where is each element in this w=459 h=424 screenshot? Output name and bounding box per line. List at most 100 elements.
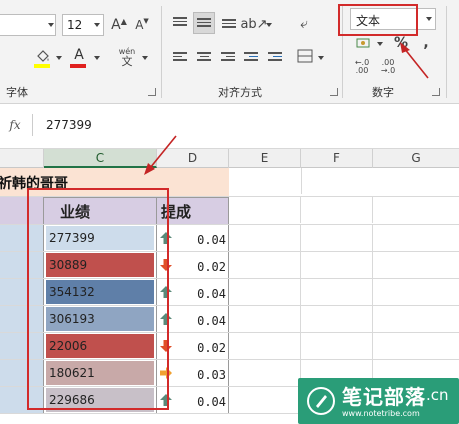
row-cell-b[interactable] bbox=[0, 225, 44, 251]
header-cell-c[interactable]: 业绩 bbox=[44, 197, 157, 224]
font-group-label: 字体 bbox=[6, 86, 28, 99]
font-color-bar bbox=[70, 64, 86, 68]
commission-value: 0.04 bbox=[197, 233, 226, 247]
orientation-dropdown-icon[interactable] bbox=[266, 23, 272, 27]
table-row: 354132 0.04 bbox=[0, 279, 459, 306]
row-cell-b[interactable] bbox=[0, 360, 44, 386]
currency-dropdown-icon[interactable] bbox=[377, 42, 383, 46]
grow-font-icon[interactable]: A ▲ bbox=[110, 15, 128, 35]
watermark-url: www.notetribe.com bbox=[342, 409, 420, 418]
column-header-e[interactable]: E bbox=[229, 149, 301, 168]
align-right-icon[interactable] bbox=[221, 52, 235, 63]
commission-value: 0.04 bbox=[197, 287, 226, 301]
header-cell-d[interactable]: 提成 bbox=[157, 197, 229, 224]
performance-value: 180621 bbox=[49, 366, 95, 380]
decrease-decimal-icon[interactable]: .00 →.0 bbox=[378, 58, 398, 76]
increase-decimal-icon[interactable]: ←.0.00 bbox=[352, 58, 372, 76]
increase-indent-icon[interactable] bbox=[268, 52, 282, 63]
number-format-dropdown-icon[interactable] bbox=[426, 17, 432, 21]
column-header-g[interactable]: G bbox=[373, 149, 459, 168]
title-text: 祈韩的哥哥 bbox=[0, 176, 68, 192]
grid-cell[interactable] bbox=[229, 252, 301, 278]
ribbon-separator bbox=[161, 6, 162, 98]
grid-cell[interactable] bbox=[229, 333, 301, 359]
column-header-row: C D E F G bbox=[0, 148, 459, 168]
table-row: 22006 0.02 bbox=[0, 333, 459, 360]
phonetic-guide-icon[interactable]: wén 文 bbox=[116, 46, 138, 68]
performance-value: 30889 bbox=[49, 258, 88, 272]
row-cell-b[interactable] bbox=[0, 333, 44, 359]
ribbon: 12 A ▲ A ▼ A wén 文 字体 ab↗ ⤶ 对齐方式 文本 % , … bbox=[0, 0, 459, 104]
row-cell-b[interactable] bbox=[0, 279, 44, 305]
number-group-label: 数字 bbox=[372, 86, 394, 99]
align-bottom-icon[interactable] bbox=[222, 19, 236, 30]
row-cell-b[interactable] bbox=[0, 252, 44, 278]
number-format-select[interactable]: 文本 bbox=[350, 8, 436, 30]
column-header-d[interactable]: D bbox=[157, 149, 229, 168]
commission-value: 0.04 bbox=[197, 395, 226, 409]
formula-input[interactable]: 277399 bbox=[46, 114, 92, 136]
grid-cell[interactable] bbox=[229, 387, 301, 413]
fill-color-dropdown-icon[interactable] bbox=[56, 56, 62, 60]
wrap-text-icon[interactable]: ⤶ bbox=[296, 14, 312, 34]
number-dialog-launcher-icon[interactable] bbox=[432, 88, 440, 96]
header-cell-b[interactable] bbox=[0, 197, 44, 224]
performance-value: 229686 bbox=[49, 393, 95, 407]
grid-cell bbox=[301, 168, 302, 194]
grid-cell[interactable] bbox=[229, 197, 301, 223]
performance-value: 22006 bbox=[49, 339, 88, 353]
font-name-dropdown-icon[interactable] bbox=[48, 23, 54, 27]
align-center-icon[interactable] bbox=[197, 52, 211, 63]
grid-cell[interactable] bbox=[229, 225, 301, 251]
grid-cell[interactable] bbox=[301, 197, 373, 223]
font-color-icon[interactable]: A bbox=[70, 46, 88, 64]
ribbon-separator bbox=[342, 6, 343, 98]
currency-icon[interactable] bbox=[354, 34, 374, 52]
grid-cell[interactable] bbox=[229, 360, 301, 386]
column-header-c[interactable]: C bbox=[44, 149, 157, 168]
phonetic-dropdown-icon[interactable] bbox=[142, 56, 148, 60]
percent-icon[interactable]: % bbox=[392, 34, 410, 52]
decrease-indent-icon[interactable] bbox=[244, 52, 258, 63]
commission-value: 0.04 bbox=[197, 314, 226, 328]
row-cell-b[interactable] bbox=[0, 387, 44, 413]
column-header-b[interactable] bbox=[0, 149, 44, 168]
header-commission: 提成 bbox=[161, 203, 192, 221]
shrink-font-icon[interactable]: A ▼ bbox=[133, 15, 151, 35]
watermark-logo: 笔记部落 .cn www.notetribe.com bbox=[298, 378, 459, 424]
font-size-dropdown-icon[interactable] bbox=[94, 23, 100, 27]
row-cell-b[interactable] bbox=[0, 306, 44, 332]
align-group-label: 对齐方式 bbox=[218, 86, 262, 99]
formula-bar-divider bbox=[32, 114, 33, 136]
formula-bar: fx 277399 bbox=[0, 110, 459, 140]
watermark-title: 笔记部落 bbox=[342, 385, 426, 409]
insert-function-icon[interactable]: fx bbox=[0, 114, 30, 136]
performance-value: 277399 bbox=[49, 231, 95, 245]
ribbon-separator bbox=[446, 6, 447, 98]
align-top-icon[interactable] bbox=[173, 17, 187, 28]
table-row: 306193 0.04 bbox=[0, 306, 459, 333]
font-color-dropdown-icon[interactable] bbox=[94, 56, 100, 60]
title-cell[interactable]: 祈韩的哥哥 bbox=[0, 168, 229, 196]
commission-value: 0.03 bbox=[197, 368, 226, 382]
grid-cell[interactable] bbox=[229, 306, 301, 332]
align-dialog-launcher-icon[interactable] bbox=[330, 88, 338, 96]
orientation-icon[interactable]: ab↗ bbox=[240, 14, 267, 34]
pen-icon bbox=[307, 387, 335, 415]
font-size-value: 12 bbox=[67, 18, 83, 32]
align-left-icon[interactable] bbox=[173, 52, 187, 63]
watermark-suffix: .cn bbox=[426, 386, 449, 404]
performance-value: 306193 bbox=[49, 312, 95, 326]
merge-center-icon[interactable] bbox=[296, 47, 314, 65]
align-middle-icon bbox=[197, 18, 211, 29]
merge-dropdown-icon[interactable] bbox=[318, 56, 324, 60]
fill-color-bar bbox=[34, 64, 50, 68]
table-row: 277399 0.04 bbox=[0, 225, 459, 252]
column-header-f[interactable]: F bbox=[301, 149, 373, 168]
align-middle-button[interactable] bbox=[193, 12, 215, 34]
commission-value: 0.02 bbox=[197, 341, 226, 355]
grid-cell[interactable] bbox=[229, 279, 301, 305]
header-performance: 业绩 bbox=[60, 203, 91, 221]
font-dialog-launcher-icon[interactable] bbox=[148, 88, 156, 96]
comma-style-icon[interactable]: , bbox=[420, 34, 432, 52]
